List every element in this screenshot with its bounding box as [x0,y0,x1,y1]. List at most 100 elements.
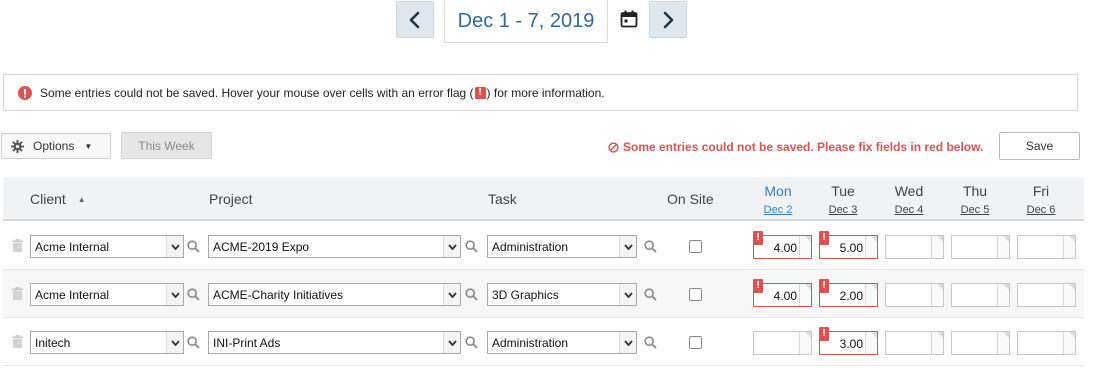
this-week-button[interactable]: This Week [121,132,212,159]
hours-cell-tue[interactable]: 3.00! [819,327,878,355]
client-value: Acme Internal [35,287,110,302]
trash-icon[interactable] [12,335,23,348]
on-site-checkbox[interactable] [689,336,702,349]
search-icon[interactable] [187,288,200,301]
hours-cell-thu[interactable] [951,235,1010,259]
hours-value: 4.00 [773,289,797,303]
hours-value: 4.00 [773,241,797,255]
search-icon[interactable] [644,336,657,349]
error-flag-icon[interactable]: ! [819,231,829,245]
note-corner-icon[interactable] [997,284,1009,306]
task-select[interactable]: Administration [487,235,637,258]
note-corner-icon[interactable] [865,236,877,258]
hours-cell-wed[interactable] [885,235,944,259]
note-corner-icon[interactable] [931,236,943,258]
hours-cell-mon[interactable]: 4.00! [753,279,812,307]
on-site-checkbox[interactable] [689,288,702,301]
day-date-link[interactable]: Dec 6 [1011,204,1071,216]
note-corner-icon[interactable] [931,284,943,306]
table-row: Acme Internal ACME-Charity Initiatives 3… [3,270,1084,318]
task-select[interactable]: 3D Graphics [487,283,637,306]
project-select[interactable]: ACME-2019 Expo [208,235,461,258]
hours-cell-tue[interactable]: 5.00! [819,231,878,259]
error-flag-icon[interactable]: ! [819,279,829,293]
hours-cell-fri[interactable] [1017,283,1076,307]
client-select[interactable]: Acme Internal [30,283,184,306]
note-corner-icon[interactable] [1063,284,1075,306]
chevron-down-icon [619,332,636,353]
on-site-checkbox[interactable] [689,240,702,253]
hours-cell-wed[interactable] [885,283,944,307]
note-corner-icon[interactable] [865,284,877,306]
save-button[interactable]: Save [999,132,1080,160]
note-corner-icon[interactable] [1063,236,1075,258]
exclamation-circle-icon [18,85,32,100]
next-week-button[interactable] [649,1,687,38]
table-row: Acme Internal ACME-2019 Expo Administrat… [3,222,1084,270]
this-week-label: This Week [138,138,195,153]
day-header-fri: Fri Dec 6 [1011,183,1071,216]
hours-cell-fri[interactable] [1017,235,1076,259]
chevron-down-icon [166,284,183,305]
search-icon[interactable] [644,288,657,301]
client-column-header[interactable]: Client ▲ [30,191,86,207]
trash-icon[interactable] [12,287,23,300]
hours-cell-tue[interactable]: 2.00! [819,279,878,307]
on-site-column-header: On Site [667,191,714,207]
note-corner-icon[interactable] [865,332,877,354]
day-date-link[interactable]: Dec 5 [945,204,1005,216]
calendar-icon[interactable] [620,10,638,28]
sort-ascending-icon: ▲ [77,195,86,204]
day-name: Mon [764,183,792,199]
search-icon[interactable] [187,336,200,349]
note-corner-icon[interactable] [1063,332,1075,354]
search-icon[interactable] [465,240,478,253]
error-flag-icon[interactable]: ! [819,327,829,341]
search-icon[interactable] [187,240,200,253]
note-corner-icon[interactable] [931,332,943,354]
search-icon[interactable] [644,240,657,253]
date-range-text: Dec 1 - 7, 2019 [457,9,595,32]
alert-text-after: ) for more information. [486,85,605,100]
hours-cell-fri[interactable] [1017,331,1076,355]
task-column-header: Task [488,191,517,207]
hours-cell-wed[interactable] [885,331,944,355]
task-select[interactable]: Administration [487,331,637,354]
hours-value: 3.00 [839,337,863,351]
chevron-down-icon [619,284,636,305]
chevron-left-icon [409,11,420,28]
note-corner-icon[interactable] [799,332,811,354]
client-value: Initech [35,335,71,350]
hours-cell-mon[interactable] [753,331,812,355]
project-select[interactable]: INI-Print Ads [208,331,461,354]
note-corner-icon[interactable] [799,284,811,306]
error-flag-icon: ! [474,86,486,99]
search-icon[interactable] [465,336,478,349]
save-error-message: Some entries could not be saved. Please … [608,140,983,154]
hours-cell-mon[interactable]: 4.00! [753,231,812,259]
hours-cell-thu[interactable] [951,283,1010,307]
note-corner-icon[interactable] [997,236,1009,258]
client-header-label: Client [30,191,66,207]
trash-icon[interactable] [12,239,23,252]
project-select[interactable]: ACME-Charity Initiatives [208,283,461,306]
day-date-link[interactable]: Dec 4 [879,204,939,216]
error-flag-icon[interactable]: ! [753,231,763,245]
search-icon[interactable] [465,288,478,301]
error-flag-icon[interactable]: ! [753,279,763,293]
note-corner-icon[interactable] [799,236,811,258]
caret-down-icon: ▼ [84,141,93,151]
client-select[interactable]: Acme Internal [30,235,184,258]
options-button[interactable]: Options ▼ [1,133,111,159]
date-range-label[interactable]: Dec 1 - 7, 2019 [444,0,608,43]
hours-value: 2.00 [839,289,863,303]
hours-value: 5.00 [839,241,863,255]
note-corner-icon[interactable] [997,332,1009,354]
project-value: ACME-2019 Expo [213,239,310,254]
chevron-down-icon [166,332,183,353]
previous-week-button[interactable] [396,1,434,38]
hours-cell-thu[interactable] [951,331,1010,355]
client-select[interactable]: Initech [30,331,184,354]
day-date-link[interactable]: Dec 2 [748,204,808,216]
day-date-link[interactable]: Dec 3 [813,204,873,216]
